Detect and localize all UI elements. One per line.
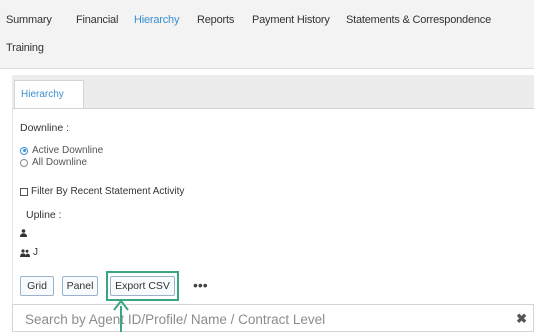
upline-label: Upline : [26,209,62,221]
radio-button-unchecked[interactable] [20,158,28,167]
downline-label: Downline : [20,122,70,134]
upline-entry-text: J [33,247,38,258]
tab-training[interactable]: Training [6,42,44,54]
export-highlight-box [106,271,179,301]
sub-tab-bar: Hierarchy [12,75,534,109]
person-icon [20,229,27,237]
top-nav: Summary Financial Hierarchy Reports Paym… [0,0,534,69]
search-input[interactable] [25,309,495,329]
radio-label-active-downline: Active Downline [32,145,104,156]
upline-entry [20,229,30,237]
annotation-arrow-icon [113,300,129,332]
more-options-icon[interactable]: ••• [193,278,208,292]
tab-summary[interactable]: Summary [6,14,52,26]
filter-label: Filter By Recent Statement Activity [31,186,185,197]
filter-checkbox-row[interactable]: Filter By Recent Statement Activity [20,186,184,197]
tab-statements-correspondence[interactable]: Statements & Correspondence [346,14,491,26]
search-bar: ✖ [12,304,534,332]
people-icon [20,248,30,257]
upline-entry: J [20,247,38,258]
subtab-hierarchy[interactable]: Hierarchy [14,80,84,108]
radio-active-downline[interactable]: Active Downline [20,145,103,156]
radio-button-checked[interactable] [20,146,28,155]
radio-all-downline[interactable]: All Downline [20,157,87,168]
panel-button[interactable]: Panel [62,276,98,296]
grid-button[interactable]: Grid [20,276,54,296]
tab-hierarchy[interactable]: Hierarchy [134,14,179,26]
tab-payment-history[interactable]: Payment History [252,14,330,26]
filter-checkbox[interactable] [20,187,28,196]
hierarchy-panel [12,109,534,332]
tab-financial[interactable]: Financial [76,14,118,26]
clear-search-icon[interactable]: ✖ [516,311,527,327]
tab-reports[interactable]: Reports [197,14,234,26]
radio-label-all-downline: All Downline [32,157,88,168]
